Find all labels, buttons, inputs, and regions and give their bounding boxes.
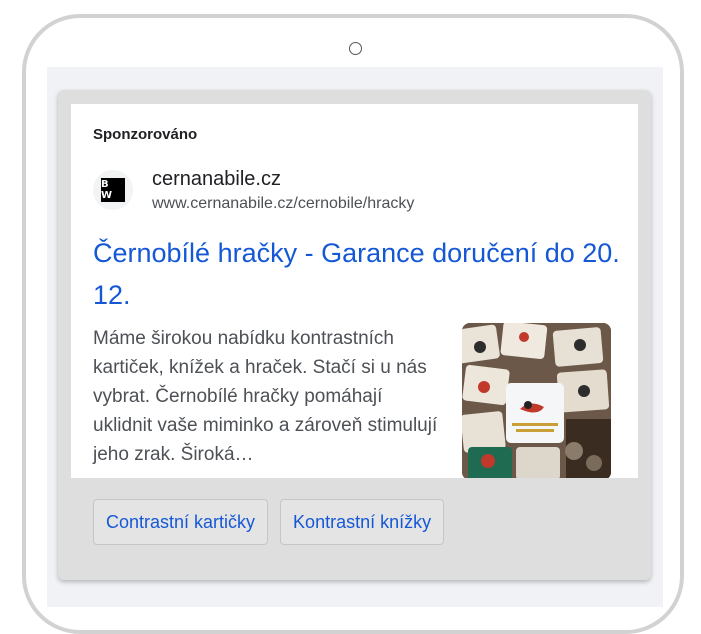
sitelink-button[interactable]: Contrastní kartičky <box>93 499 269 545</box>
bw-logo-icon: B W <box>101 178 125 202</box>
display-url[interactable]: www.cernanabile.cz/cernobile/hracky <box>152 195 414 213</box>
ad-description: Máme širokou nabídku kontrastních kartič… <box>93 328 438 465</box>
ad-headline-link[interactable]: Černobílé hračky - Garance doručení do 2… <box>93 232 633 316</box>
site-logo[interactable]: B W <box>93 170 133 210</box>
advertiser-domain[interactable]: cernanabile.cz <box>152 168 281 191</box>
sitelinks: Contrastní kartičky Kontrastní knížky <box>93 499 445 545</box>
sponsored-label: Sponzorováno <box>93 126 198 143</box>
ad-content: Sponzorováno B W cernanabile.cz www.cern… <box>71 104 638 478</box>
camera-icon <box>349 42 362 55</box>
sitelink-button[interactable]: Kontrastní knížky <box>280 499 445 545</box>
product-photo-icon <box>462 323 611 478</box>
product-photo[interactable] <box>462 323 611 478</box>
